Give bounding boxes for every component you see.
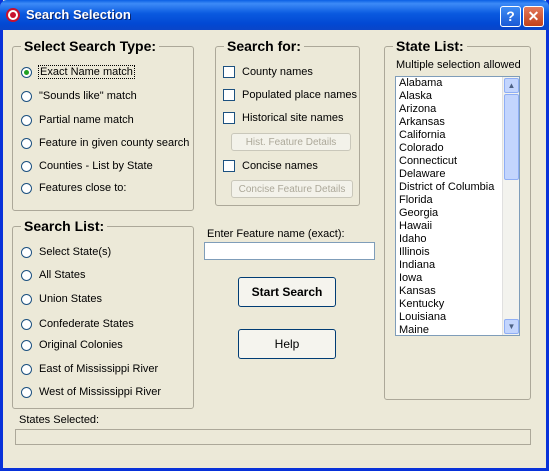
help-button[interactable]: Help: [238, 329, 336, 359]
radio-original-colonies[interactable]: Original Colonies: [21, 339, 123, 351]
state-item[interactable]: Idaho: [396, 233, 502, 246]
radio-partial-name[interactable]: Partial name match: [21, 114, 134, 126]
states-selected-label: States Selected:: [19, 414, 100, 426]
radio-sounds-like[interactable]: "Sounds like" match: [21, 90, 137, 102]
radio-button[interactable]: [21, 160, 32, 172]
radio-feature-in-county[interactable]: Feature in given county search: [21, 137, 189, 149]
checkbox[interactable]: [223, 112, 235, 124]
scroll-thumb[interactable]: [504, 94, 519, 180]
state-item[interactable]: Louisiana: [396, 311, 502, 324]
state-item[interactable]: Connecticut: [396, 155, 502, 168]
checkbox-county-names[interactable]: County names: [223, 66, 313, 78]
state-item[interactable]: Hawaii: [396, 220, 502, 233]
start-search-button[interactable]: Start Search: [238, 277, 336, 307]
radio-label: Confederate States: [39, 318, 134, 330]
radio-button[interactable]: [21, 137, 32, 149]
help-title-button[interactable]: ?: [500, 6, 521, 27]
state-item[interactable]: Kansas: [396, 285, 502, 298]
state-item[interactable]: Maine: [396, 324, 502, 335]
feature-name-input[interactable]: [204, 242, 375, 260]
radio-features-close-to[interactable]: Features close to:: [21, 182, 126, 194]
checkbox-label: Concise names: [242, 160, 318, 172]
radio-label: "Sounds like" match: [39, 90, 137, 102]
checkbox-label: Populated place names: [242, 89, 357, 101]
checkbox[interactable]: [223, 160, 235, 172]
radio-button[interactable]: [21, 269, 32, 281]
state-item[interactable]: Alaska: [396, 90, 502, 103]
state-listbox[interactable]: Alabama Alaska Arizona Arkansas Californ…: [395, 76, 520, 336]
app-icon: [6, 8, 20, 22]
radio-label: Feature in given county search: [39, 137, 190, 149]
radio-label: Union States: [39, 293, 102, 305]
close-button[interactable]: ✕: [523, 6, 544, 27]
radio-button[interactable]: [21, 114, 32, 126]
radio-label: Counties - List by State: [39, 160, 153, 172]
state-item[interactable]: Kentucky: [396, 298, 502, 311]
state-item[interactable]: Arkansas: [396, 116, 502, 129]
title-bar[interactable]: Search Selection ? ✕: [0, 0, 549, 30]
radio-label: Exact Name match: [38, 65, 135, 79]
radio-west-of-mississippi[interactable]: West of Mississippi River: [21, 386, 161, 398]
state-item[interactable]: Illinois: [396, 246, 502, 259]
radio-button[interactable]: [21, 293, 32, 305]
radio-button[interactable]: [21, 363, 32, 375]
search-for-title: Search for:: [224, 38, 304, 54]
radio-label: East of Mississippi River: [39, 363, 159, 375]
state-item[interactable]: Iowa: [396, 272, 502, 285]
state-item[interactable]: Florida: [396, 194, 502, 207]
states-selected-field: [15, 429, 531, 445]
checkbox-populated-place-names[interactable]: Populated place names: [223, 89, 357, 101]
radio-label: Features close to:: [39, 182, 127, 194]
search-type-title: Select Search Type:: [21, 38, 160, 54]
checkbox[interactable]: [223, 89, 235, 101]
state-item[interactable]: Indiana: [396, 259, 502, 272]
search-list-title: Search List:: [21, 218, 108, 234]
radio-label: West of Mississippi River: [39, 386, 162, 398]
radio-button[interactable]: [21, 318, 32, 330]
radio-button[interactable]: [21, 182, 32, 194]
radio-button[interactable]: [21, 246, 32, 258]
radio-label: Select State(s): [39, 246, 112, 258]
radio-exact-name[interactable]: Exact Name match: [21, 65, 135, 79]
checkbox-historical-site-names[interactable]: Historical site names: [223, 112, 343, 124]
state-list-items: Alabama Alaska Arizona Arkansas Californ…: [396, 77, 502, 335]
checkbox-label: Historical site names: [242, 112, 344, 124]
window-title: Search Selection: [26, 7, 131, 22]
checkbox[interactable]: [223, 66, 235, 78]
state-item[interactable]: District of Columbia: [396, 181, 502, 194]
state-item[interactable]: Alabama: [396, 77, 502, 90]
radio-button[interactable]: [21, 339, 32, 351]
radio-confederate-states[interactable]: Confederate States: [21, 318, 134, 330]
radio-union-states[interactable]: Union States: [21, 293, 102, 305]
state-list-scrollbar[interactable]: ▲ ▼: [502, 77, 519, 335]
checkbox-label: County names: [242, 66, 313, 78]
radio-select-states[interactable]: Select State(s): [21, 246, 111, 258]
radio-button[interactable]: [21, 386, 32, 398]
feature-name-label: Enter Feature name (exact):: [207, 228, 345, 240]
radio-label: All States: [39, 269, 86, 281]
state-item[interactable]: California: [396, 129, 502, 142]
state-list-title: State List:: [393, 38, 467, 54]
state-item[interactable]: Colorado: [396, 142, 502, 155]
radio-button[interactable]: [21, 66, 32, 78]
radio-all-states[interactable]: All States: [21, 269, 85, 281]
radio-east-of-mississippi[interactable]: East of Mississippi River: [21, 363, 158, 375]
radio-label: Partial name match: [39, 114, 134, 126]
state-item[interactable]: Arizona: [396, 103, 502, 116]
hist-feature-details-button[interactable]: Hist. Feature Details: [231, 133, 351, 151]
scroll-up-arrow-icon[interactable]: ▲: [504, 78, 519, 93]
radio-label: Original Colonies: [39, 339, 123, 351]
state-item[interactable]: Delaware: [396, 168, 502, 181]
checkbox-concise-names[interactable]: Concise names: [223, 160, 318, 172]
radio-counties-by-state[interactable]: Counties - List by State: [21, 160, 153, 172]
scroll-down-arrow-icon[interactable]: ▼: [504, 319, 519, 334]
concise-feature-details-button[interactable]: Concise Feature Details: [231, 180, 353, 198]
radio-button[interactable]: [21, 90, 32, 102]
state-item[interactable]: Georgia: [396, 207, 502, 220]
state-list-hint: Multiple selection allowed: [396, 59, 521, 71]
